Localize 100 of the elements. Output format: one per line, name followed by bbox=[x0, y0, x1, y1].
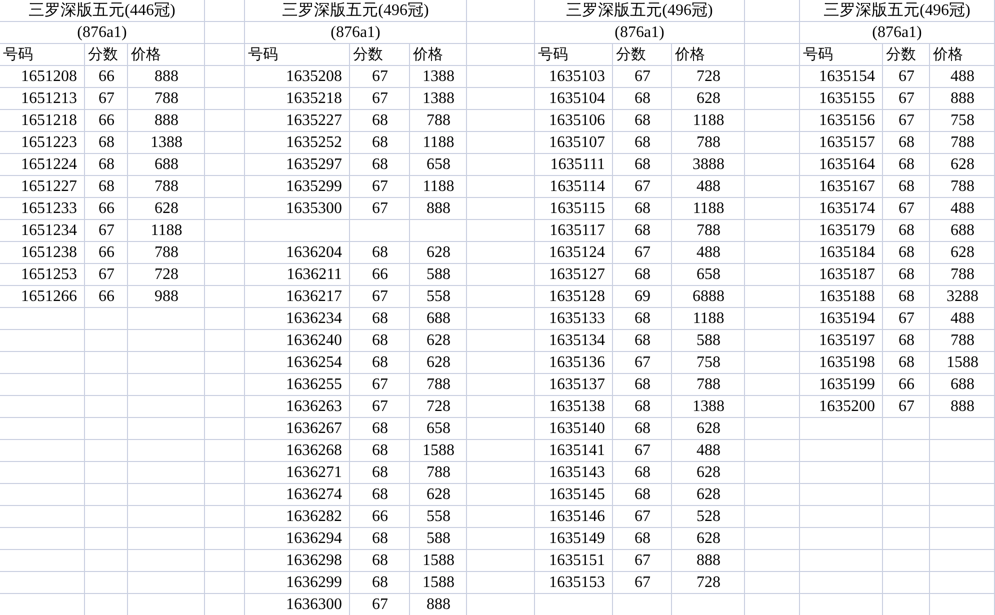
table-cell-text: 67 bbox=[898, 309, 916, 329]
table-cell-text: 788 bbox=[426, 463, 452, 483]
table-cell-text: 68 bbox=[371, 331, 389, 351]
table-cell-text: 1635137 bbox=[548, 375, 606, 395]
table-cell-text: 1635208 bbox=[285, 67, 343, 87]
table-cell-text: 628 bbox=[950, 243, 976, 263]
table-cell-text: 1188 bbox=[422, 177, 456, 197]
table-cell-text: 1635227 bbox=[285, 111, 343, 131]
table-cell-text: 68 bbox=[898, 177, 916, 197]
table-cell-text: 1636217 bbox=[285, 287, 343, 307]
table-cell-text: 1188 bbox=[692, 111, 726, 131]
table-cell-text: 1635155 bbox=[818, 89, 876, 109]
table-cell-text: 67 bbox=[634, 67, 652, 87]
table-cell-text: 688 bbox=[154, 155, 180, 175]
table-cell-text: 1636211 bbox=[286, 265, 343, 285]
column-header: 价格 bbox=[130, 44, 162, 65]
table-cell-text: 658 bbox=[426, 419, 452, 439]
table-cell-text: 888 bbox=[426, 595, 452, 615]
table-cell-text: 66 bbox=[98, 287, 116, 307]
table-cell-text: 66 bbox=[898, 375, 916, 395]
table-cell-text: 1636254 bbox=[285, 353, 343, 373]
table-cell-text: 1635106 bbox=[548, 111, 606, 131]
table-cell-text: 628 bbox=[426, 243, 452, 263]
table-cell-text: 67 bbox=[634, 441, 652, 461]
table-cell-text: 788 bbox=[950, 331, 976, 351]
table-cell-text: 588 bbox=[426, 265, 452, 285]
table-cell-text: 66 bbox=[98, 243, 116, 263]
table-cell-text: 68 bbox=[634, 331, 652, 351]
table-cell-text: 1388 bbox=[422, 89, 456, 109]
table-cell-text: 1635149 bbox=[548, 529, 606, 549]
table-cell-text: 67 bbox=[634, 353, 652, 373]
table-cell-text: 1188 bbox=[692, 309, 726, 329]
table-cell-text: 68 bbox=[898, 243, 916, 263]
table-cell-text: 1636282 bbox=[285, 507, 343, 527]
table-cell-text: 888 bbox=[426, 199, 452, 219]
table-cell-text: 788 bbox=[950, 133, 976, 153]
table-cell-text: 788 bbox=[426, 111, 452, 131]
table-cell-text: 588 bbox=[426, 529, 452, 549]
table-cell-text: 3888 bbox=[692, 155, 726, 175]
table-cell-text: 67 bbox=[371, 177, 389, 197]
table-cell-text: 68 bbox=[634, 221, 652, 241]
table-cell-text: 68 bbox=[634, 199, 652, 219]
table-cell-text: 728 bbox=[696, 573, 722, 593]
table-cell-text: 67 bbox=[371, 397, 389, 417]
table-cell-text: 488 bbox=[950, 67, 976, 87]
table-cell-text: 658 bbox=[696, 265, 722, 285]
table-cell-text: 1635103 bbox=[548, 67, 606, 87]
table-cell-text: 1588 bbox=[422, 573, 456, 593]
table-cell-text: 1188 bbox=[150, 221, 184, 241]
table-cell-text: 68 bbox=[371, 111, 389, 131]
table-cell-text: 1651238 bbox=[20, 243, 78, 263]
table-cell-text: 67 bbox=[371, 375, 389, 395]
column-header: 分数 bbox=[352, 44, 384, 65]
table-cell-text: 628 bbox=[696, 463, 722, 483]
table-cell-text: 1635134 bbox=[548, 331, 606, 351]
table-cell-text: 67 bbox=[98, 265, 116, 285]
column-header: 号码 bbox=[537, 44, 569, 65]
table-cell-text: 1635300 bbox=[285, 199, 343, 219]
table-cell-text: 1635156 bbox=[818, 111, 876, 131]
table-cell-text: 1651208 bbox=[20, 67, 78, 87]
table-cell-text: 758 bbox=[696, 353, 722, 373]
table-cell-text: 488 bbox=[696, 441, 722, 461]
table-cell-text: 688 bbox=[950, 375, 976, 395]
table-cell-text: 728 bbox=[154, 265, 180, 285]
table-cell-text: 68 bbox=[371, 419, 389, 439]
table-cell-text: 68 bbox=[634, 529, 652, 549]
table-cell-text: 1635143 bbox=[548, 463, 606, 483]
table-cell-text: 1635188 bbox=[818, 287, 876, 307]
table-cell-text: 1651224 bbox=[20, 155, 78, 175]
column-header: 价格 bbox=[932, 44, 964, 65]
table-cell-text: 1651234 bbox=[20, 221, 78, 241]
table-cell-text: 528 bbox=[696, 507, 722, 527]
table-cell-text: 68 bbox=[898, 287, 916, 307]
table-cell-text: 68 bbox=[634, 375, 652, 395]
table-cell-text: 67 bbox=[898, 397, 916, 417]
table-cell-text: 488 bbox=[696, 243, 722, 263]
table-cell-text: 68 bbox=[898, 265, 916, 285]
table-cell-text: 67 bbox=[98, 221, 116, 241]
column-header: 分数 bbox=[615, 44, 647, 65]
table-cell-text: 1635197 bbox=[818, 331, 876, 351]
table-cell-text: 1636271 bbox=[285, 463, 343, 483]
table-cell-text: 1651223 bbox=[20, 133, 78, 153]
table-cell-text: 1635151 bbox=[548, 551, 606, 571]
table-cell-text: 1635153 bbox=[548, 573, 606, 593]
table-cell-text: 488 bbox=[696, 177, 722, 197]
table-cell-text: 1635154 bbox=[818, 67, 876, 87]
table-cell-text: 68 bbox=[634, 89, 652, 109]
table-cell-text: 68 bbox=[898, 133, 916, 153]
table-cell-text: 888 bbox=[154, 111, 180, 131]
table-cell-text: 1635198 bbox=[818, 353, 876, 373]
table-cell-text: 788 bbox=[950, 265, 976, 285]
table-cell-text: 1635184 bbox=[818, 243, 876, 263]
table-cell-text: 67 bbox=[634, 573, 652, 593]
table-cell-text: 788 bbox=[696, 375, 722, 395]
table-cell-text: 68 bbox=[371, 243, 389, 263]
table-cell-text: 1635187 bbox=[818, 265, 876, 285]
table-cell-text: 1636299 bbox=[285, 573, 343, 593]
table-cell-text: 1635104 bbox=[548, 89, 606, 109]
table-cell-text: 1651233 bbox=[20, 199, 78, 219]
table-cell-text: 1635136 bbox=[548, 353, 606, 373]
